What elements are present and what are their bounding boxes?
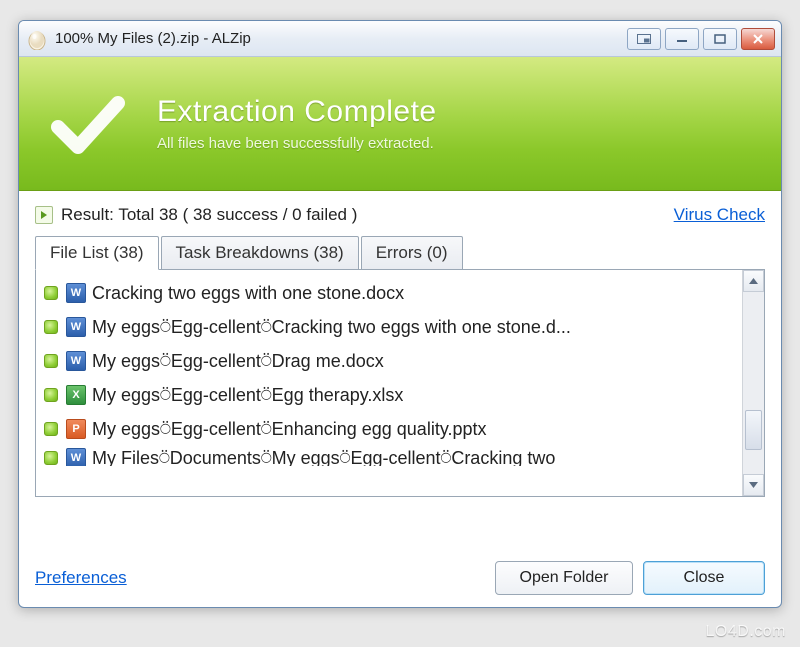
file-name: My eggs⍥Egg-cellent⍥Cracking two eggs wi… bbox=[92, 317, 571, 338]
word-icon bbox=[66, 351, 86, 371]
scrollbar[interactable] bbox=[742, 270, 764, 496]
file-name: My eggs⍥Egg-cellent⍥Egg therapy.xlsx bbox=[92, 385, 403, 406]
list-item[interactable]: My eggs⍥Egg-cellent⍥Drag me.docx bbox=[40, 344, 738, 378]
result-row: Result: Total 38 ( 38 success / 0 failed… bbox=[35, 205, 765, 225]
excel-icon bbox=[66, 385, 86, 405]
status-success-icon bbox=[44, 320, 58, 334]
file-list[interactable]: Cracking two eggs with one stone.docx My… bbox=[36, 270, 742, 496]
open-folder-button[interactable]: Open Folder bbox=[495, 561, 633, 595]
status-success-icon bbox=[44, 388, 58, 402]
scroll-down-button[interactable] bbox=[743, 474, 764, 496]
content-area: Result: Total 38 ( 38 success / 0 failed… bbox=[19, 191, 781, 607]
window-controls bbox=[627, 28, 775, 50]
list-item[interactable]: My eggs⍥Egg-cellent⍥Enhancing egg qualit… bbox=[40, 412, 738, 446]
file-name: My eggs⍥Egg-cellent⍥Drag me.docx bbox=[92, 351, 384, 372]
minimize-button[interactable] bbox=[665, 28, 699, 50]
status-banner: Extraction Complete All files have been … bbox=[19, 57, 781, 191]
scroll-track[interactable] bbox=[743, 292, 764, 474]
scroll-up-button[interactable] bbox=[743, 270, 764, 292]
banner-heading: Extraction Complete bbox=[157, 95, 437, 129]
file-name: Cracking two eggs with one stone.docx bbox=[92, 283, 404, 304]
file-name: My Files⍥Documents⍥My eggs⍥Egg-cellent⍥C… bbox=[92, 448, 555, 467]
watermark: LO4D.com bbox=[706, 623, 786, 641]
pip-button[interactable] bbox=[627, 28, 661, 50]
banner-text: Extraction Complete All files have been … bbox=[157, 95, 437, 152]
expand-result-icon[interactable] bbox=[35, 206, 53, 224]
status-success-icon bbox=[44, 451, 58, 465]
window-title: 100% My Files (2).zip - ALZip bbox=[55, 30, 627, 47]
banner-subtext: All files have been successfully extract… bbox=[157, 135, 437, 152]
close-window-button[interactable] bbox=[741, 28, 775, 50]
tab-task-breakdowns[interactable]: Task Breakdowns (38) bbox=[161, 236, 359, 270]
close-button[interactable]: Close bbox=[643, 561, 765, 595]
list-item[interactable]: My Files⍥Documents⍥My eggs⍥Egg-cellent⍥C… bbox=[40, 446, 738, 466]
status-success-icon bbox=[44, 286, 58, 300]
file-list-panel: Cracking two eggs with one stone.docx My… bbox=[35, 269, 765, 497]
alzip-extraction-window: 100% My Files (2).zip - ALZip Extraction… bbox=[18, 20, 782, 608]
tab-errors[interactable]: Errors (0) bbox=[361, 236, 463, 270]
list-item[interactable]: My eggs⍥Egg-cellent⍥Egg therapy.xlsx bbox=[40, 378, 738, 412]
app-egg-icon bbox=[27, 27, 47, 51]
status-success-icon bbox=[44, 354, 58, 368]
list-item[interactable]: Cracking two eggs with one stone.docx bbox=[40, 276, 738, 310]
file-name: My eggs⍥Egg-cellent⍥Enhancing egg qualit… bbox=[92, 419, 487, 440]
status-success-icon bbox=[44, 422, 58, 436]
list-item[interactable]: My eggs⍥Egg-cellent⍥Cracking two eggs wi… bbox=[40, 310, 738, 344]
preferences-link[interactable]: Preferences bbox=[35, 568, 127, 588]
powerpoint-icon bbox=[66, 419, 86, 439]
tab-file-list[interactable]: File List (38) bbox=[35, 236, 159, 270]
titlebar[interactable]: 100% My Files (2).zip - ALZip bbox=[19, 21, 781, 57]
word-icon bbox=[66, 283, 86, 303]
footer: Preferences Open Folder Close bbox=[35, 547, 765, 595]
word-icon bbox=[66, 317, 86, 337]
virus-check-link[interactable]: Virus Check bbox=[674, 205, 765, 225]
scroll-thumb[interactable] bbox=[745, 410, 762, 450]
word-icon bbox=[66, 448, 86, 466]
maximize-button[interactable] bbox=[703, 28, 737, 50]
tabs: File List (38) Task Breakdowns (38) Erro… bbox=[35, 236, 765, 270]
result-summary: Result: Total 38 ( 38 success / 0 failed… bbox=[61, 205, 357, 225]
checkmark-icon bbox=[41, 78, 133, 170]
